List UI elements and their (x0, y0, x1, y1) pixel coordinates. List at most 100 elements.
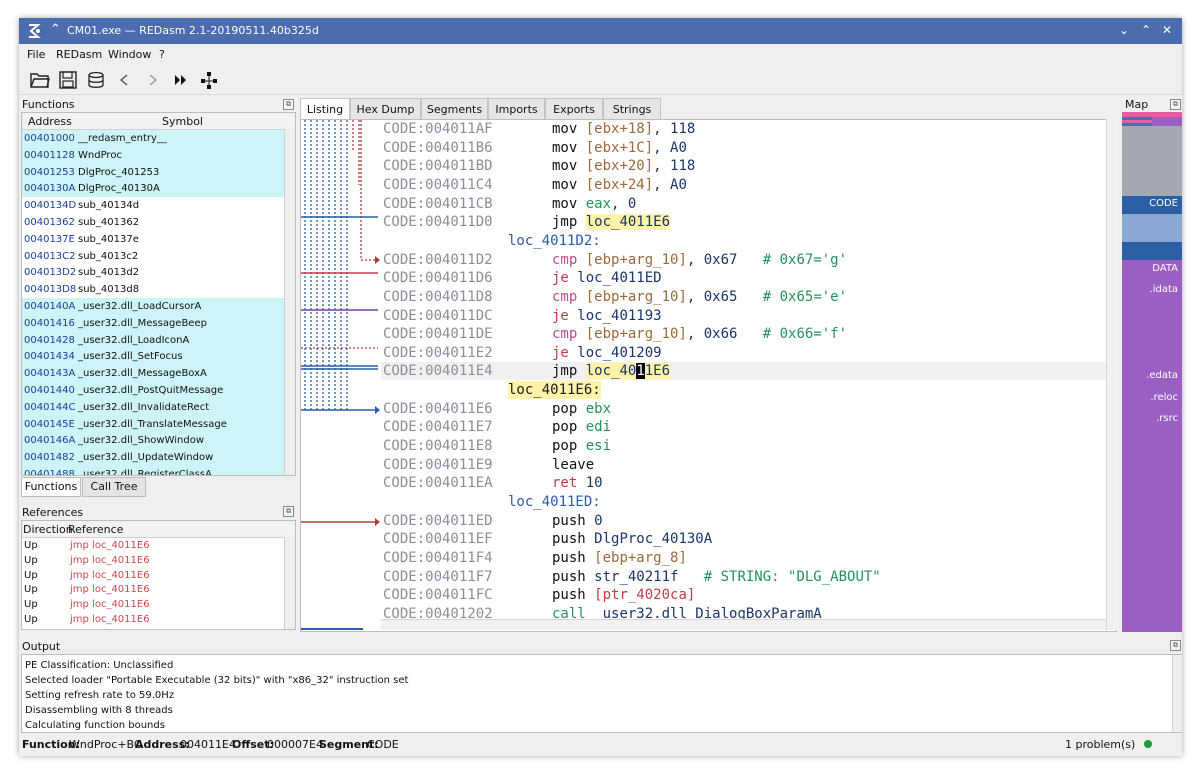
tab-call-tree[interactable]: Call Tree (82, 477, 146, 497)
instruction-line[interactable]: CODE:004011FC push [ptr_4020ca] (381, 586, 1106, 604)
function-row[interactable]: 004013D8 sub_4013d8 (22, 281, 295, 298)
code-label-line[interactable]: loc_4011D2: (381, 232, 1106, 250)
function-row[interactable]: 0040130A DlgProc_40130A (22, 180, 295, 198)
reference-row[interactable]: Up jmp loc_4011E6 (22, 538, 295, 553)
operand[interactable]: 1E6 (644, 363, 671, 380)
instruction-line[interactable]: CODE:004011D0 jmp loc_4011E6 (381, 213, 1106, 231)
menu-window[interactable]: Window (108, 48, 151, 61)
function-row[interactable]: 00401434 _user32.dll_SetFocus (22, 348, 295, 366)
segment-map[interactable]: CODE DATA .idata .edata .reloc .rsrc (1122, 112, 1182, 632)
instruction-line[interactable]: CODE:004011ED push 0 (381, 512, 1106, 530)
code-label-line[interactable]: loc_4011E6: (381, 381, 1106, 400)
function-row[interactable]: 0040134D sub_40134d (22, 197, 295, 214)
instruction-line[interactable]: CODE:004011E8 pop esi (381, 437, 1106, 455)
instruction-line[interactable]: CODE:004011EA ret 10 (381, 474, 1106, 492)
references-float-icon[interactable]: ⧉ (283, 506, 294, 517)
instruction-line[interactable]: CODE:004011D2 cmp [ebp+arg_10], 0x67 # 0x… (381, 251, 1106, 269)
back-icon[interactable] (112, 68, 136, 92)
disassembly-code[interactable]: CODE:004011AF mov [ebx+18], 118 CODE:00401… (381, 120, 1106, 631)
reference-row[interactable]: Up jmp loc_4011E6 (22, 597, 295, 612)
instruction-line[interactable]: CODE:004011F4 push [ebp+arg_8] (381, 549, 1106, 567)
function-row[interactable]: 00401428 _user32.dll_LoadIconA (22, 331, 295, 349)
tab-imports[interactable]: Imports (488, 98, 545, 121)
listing-view[interactable]: CODE:004011AF mov [ebx+18], 118 CODE:00401… (300, 119, 1117, 632)
column-reference[interactable]: Reference (68, 523, 123, 536)
column-address[interactable]: Address (28, 115, 72, 128)
code-label[interactable]: loc_4011D2: (508, 232, 601, 250)
references-scrollbar[interactable] (284, 537, 295, 629)
database-icon[interactable] (84, 68, 108, 92)
function-row[interactable]: 004013D2 sub_4013d2 (22, 264, 295, 281)
instruction-line[interactable]: CODE:004011BD mov [ebx+20], 118 (381, 157, 1106, 175)
reference-row[interactable]: Up jmp loc_4011E6 (22, 568, 295, 583)
reference-row[interactable]: Up jmp loc_4011E6 (22, 582, 295, 597)
code-label-line[interactable]: loc_4011ED: (381, 493, 1106, 511)
instruction-line[interactable]: CODE:004011D8 cmp [ebp+arg_10], 0x65 # 0x… (381, 288, 1106, 306)
instruction-line[interactable]: CODE:004011B6 mov [ebx+1C], A0 (381, 139, 1106, 157)
instruction-line[interactable]: CODE:004011CB mov eax, 0 (381, 195, 1106, 213)
function-row[interactable]: 00401000 __redasm_entry__ (22, 130, 295, 147)
tab-exports[interactable]: Exports (545, 98, 603, 121)
function-row[interactable]: 00401253 DlgProc_401253 (22, 163, 295, 181)
reference-row[interactable]: Up jmp loc_4011E6 (22, 553, 295, 568)
menu-help[interactable]: ? (159, 48, 165, 61)
function-row[interactable]: 0040140A _user32.dll_LoadCursorA (22, 298, 295, 315)
instruction-line[interactable]: CODE:004011C4 mov [ebx+24], A0 (381, 176, 1106, 194)
function-row[interactable]: 0040144C _user32.dll_InvalidateRect (22, 398, 295, 416)
output-scrollbar[interactable] (1172, 655, 1182, 732)
tab-strings[interactable]: Strings (603, 98, 661, 121)
instruction-line[interactable]: CODE:004011F7 push str_40211f # STRING: "… (381, 568, 1106, 586)
instruction-line[interactable]: CODE:004011AF mov [ebx+18], 118 (381, 120, 1106, 138)
reference-row[interactable]: Up jmp loc_4011E6 (22, 612, 295, 627)
maximize-button[interactable]: ⌃ (1138, 22, 1154, 38)
code-label[interactable]: loc_4011ED: (508, 493, 601, 511)
instruction-line[interactable]: CODE:004011E9 leave (381, 456, 1106, 474)
minimize-button[interactable]: ⌄ (1116, 22, 1132, 38)
problems-count[interactable]: 1 problem(s) (1065, 738, 1135, 751)
functions-float-icon[interactable]: ⧉ (283, 99, 294, 110)
close-button[interactable]: ✕ (1159, 22, 1175, 38)
function-row[interactable]: 0040137E sub_40137e (22, 231, 295, 248)
keep-above-icon[interactable]: ⌃ (50, 22, 61, 37)
tab-functions[interactable]: Functions (21, 477, 81, 497)
instruction-line[interactable]: CODE:004011D6 je loc_4011ED (381, 269, 1106, 287)
instruction-line[interactable]: CODE:004011E6 pop ebx (381, 400, 1106, 418)
function-row[interactable]: 00401128 WndProc (22, 146, 295, 164)
function-row[interactable]: 00401440 _user32.dll_PostQuitMessage (22, 382, 295, 399)
instruction-line[interactable]: CODE:004011DC je loc_401193 (381, 307, 1106, 325)
function-row[interactable]: 0040143A _user32.dll_MessageBoxA (22, 365, 295, 383)
operand[interactable]: 1 (636, 363, 645, 380)
function-row[interactable]: 00401362 sub_401362 (22, 214, 295, 231)
forward-icon[interactable] (141, 68, 165, 92)
menu-redasm[interactable]: REDasm (56, 48, 102, 61)
operand[interactable]: loc_4011E6 (585, 214, 671, 231)
function-row[interactable]: 00401416 _user32.dll_MessageBeep (22, 314, 295, 332)
tab-segments[interactable]: Segments (421, 98, 488, 121)
tab-hex-dump[interactable]: Hex Dump (350, 98, 421, 121)
instruction-line[interactable]: CODE:004011DE cmp [ebp+arg_10], 0x66 # 0x… (381, 325, 1106, 343)
function-row[interactable]: 00401482 _user32.dll_UpdateWindow (22, 449, 295, 467)
function-row[interactable]: 0040145E _user32.dll_TranslateMessage (22, 415, 295, 433)
listing-horizontal-scrollbar[interactable] (381, 619, 1106, 630)
open-folder-icon[interactable] (28, 68, 52, 92)
instruction-line[interactable]: CODE:004011E7 pop edi (381, 418, 1106, 436)
column-symbol[interactable]: Symbol (162, 115, 203, 128)
listing-vertical-scrollbar[interactable] (1106, 119, 1117, 630)
instruction-line[interactable]: CODE:004011EF push DlgProc_40130A (381, 530, 1106, 548)
menu-file[interactable]: File (27, 48, 45, 61)
reference-row[interactable]: Up jmp loc_4011E6 (22, 627, 295, 630)
goto-icon[interactable] (169, 68, 193, 92)
graph-view-icon[interactable] (197, 68, 221, 92)
functions-scrollbar[interactable] (284, 129, 295, 475)
map-float-icon[interactable]: ⧉ (1170, 99, 1181, 110)
operand[interactable]: loc_40 (585, 363, 637, 380)
tab-listing[interactable]: Listing (300, 98, 350, 121)
code-label[interactable]: loc_4011E6: (508, 381, 601, 400)
function-row[interactable]: 004013C2 sub_4013c2 (22, 248, 295, 265)
app-logo-icon[interactable] (24, 21, 44, 41)
instruction-line[interactable]: CODE:004011E4 jmp loc_4011E6 (381, 362, 1106, 381)
function-row[interactable]: 00401488 _user32.dll_RegisterClassA (22, 466, 295, 475)
save-icon[interactable] (56, 68, 80, 92)
column-direction[interactable]: Direction (23, 523, 73, 536)
instruction-line[interactable]: CODE:004011E2 je loc_401209 (381, 344, 1106, 362)
